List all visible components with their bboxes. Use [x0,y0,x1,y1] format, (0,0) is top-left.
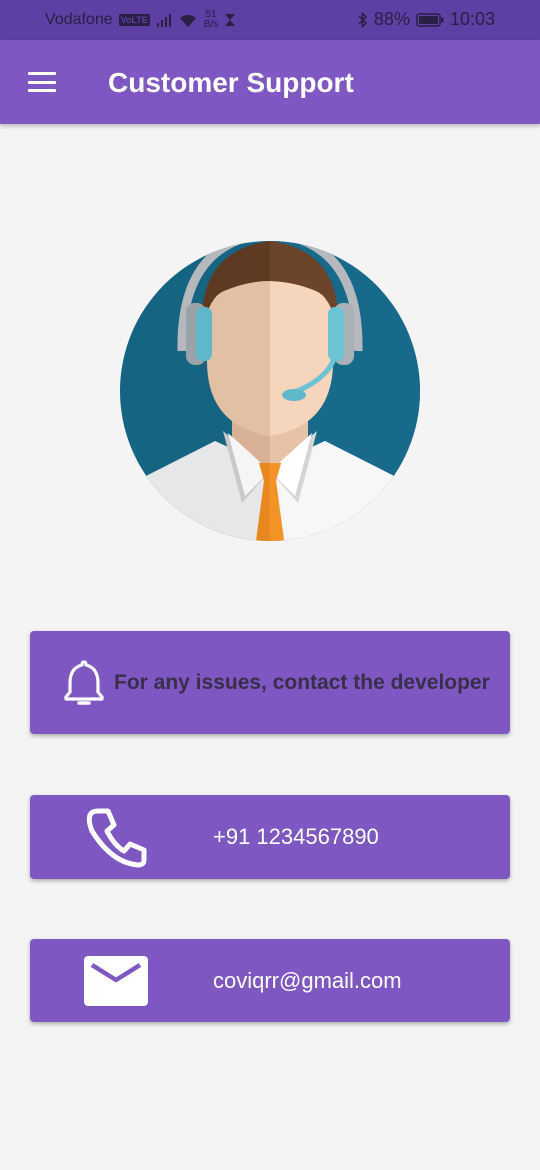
page-title: Customer Support [108,67,354,98]
battery-percent: 88% [373,9,410,29]
phone-number: +91 1234567890 [213,824,379,849]
bell-icon [64,660,104,705]
support-agent-avatar [120,241,420,541]
status-left: Vodafone VoLTE 51 B/s [45,10,236,30]
hourglass-icon [225,14,236,26]
bluetooth-icon [358,11,367,28]
network-speed: 51 B/s [204,10,218,30]
battery-icon [416,12,444,27]
email-address: coviqrr@gmail.com [213,968,402,993]
speed-unit: B/s [203,19,219,30]
contact-developer-card[interactable]: For any issues, contact the developer [30,631,510,734]
wifi-icon [179,14,196,27]
carrier-name: Vodafone [45,11,113,28]
volte-badge: VoLTE [118,14,150,26]
contact-developer-text: For any issues, contact the developer [114,671,490,694]
phone-icon [86,808,147,868]
hamburger-menu-icon[interactable] [28,72,56,92]
signal-icon [156,14,171,27]
phone-card[interactable]: +91 1234567890 [30,795,510,879]
app-bar: Customer Support [0,40,540,124]
status-right: 88% 10:03 [358,9,495,30]
status-bar: Vodafone VoLTE 51 B/s 88% 10:03 [0,0,540,40]
email-card[interactable]: coviqrr@gmail.com [30,939,510,1022]
clock: 10:03 [449,9,495,29]
mail-icon [84,956,148,1006]
